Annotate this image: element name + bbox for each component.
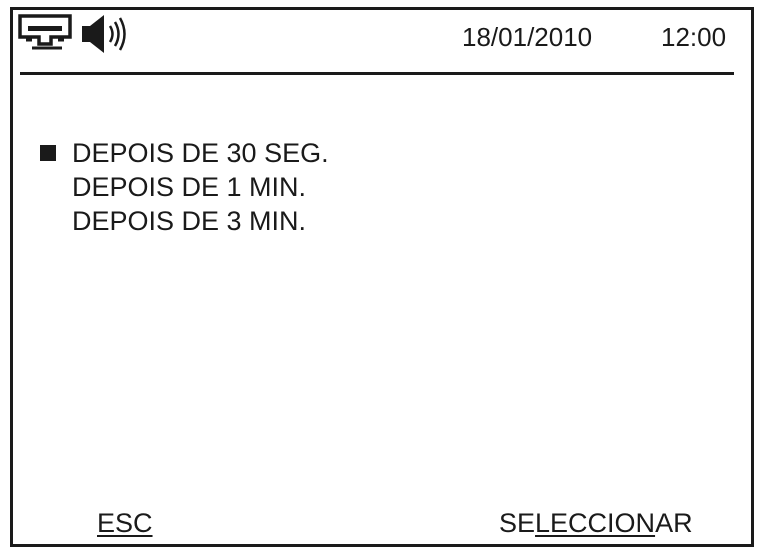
- time-display: 12:00: [661, 22, 727, 52]
- date-display: 18/01/2010: [462, 22, 593, 52]
- option-label: DEPOIS DE 30 SEG.: [72, 138, 329, 168]
- option-item-30-seg[interactable]: DEPOIS DE 30 SEG.: [40, 136, 329, 170]
- select-softkey-suffix: AR: [655, 508, 693, 538]
- option-label: DEPOIS DE 1 MIN.: [72, 172, 307, 202]
- option-label: DEPOIS DE 3 MIN.: [72, 206, 307, 236]
- speaker-icon: [82, 15, 126, 53]
- option-item-3-min[interactable]: DEPOIS DE 3 MIN.: [40, 204, 329, 238]
- option-item-1-min[interactable]: DEPOIS DE 1 MIN.: [40, 170, 329, 204]
- network-icon: [18, 14, 72, 50]
- option-list: DEPOIS DE 30 SEG. DEPOIS DE 1 MIN. DEPOI…: [40, 136, 329, 238]
- selected-marker-icon: [40, 145, 56, 161]
- select-softkey-underlined: LECCION: [535, 508, 656, 538]
- esc-softkey[interactable]: ESC: [97, 507, 153, 539]
- screen-frame: [10, 7, 754, 547]
- header-divider: [20, 72, 734, 75]
- select-softkey[interactable]: SELECCIONAR: [499, 507, 693, 539]
- status-icons: [18, 14, 138, 54]
- select-softkey-prefix: SE: [499, 508, 536, 538]
